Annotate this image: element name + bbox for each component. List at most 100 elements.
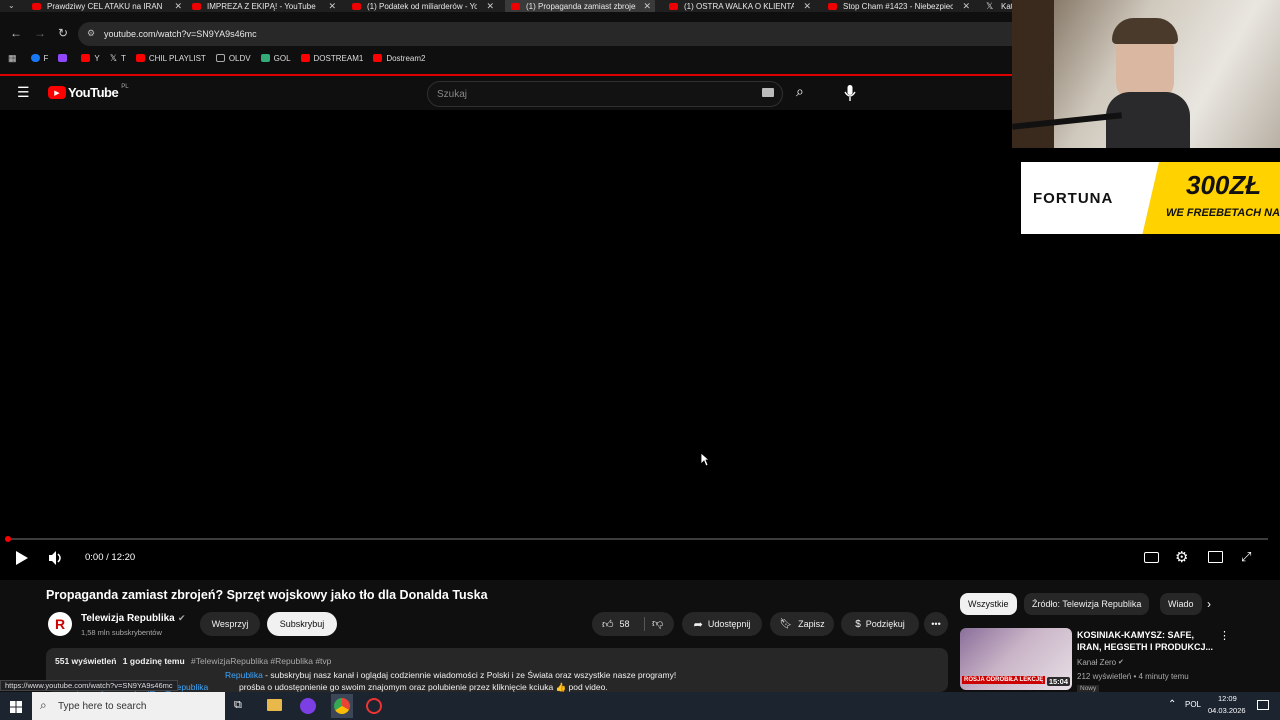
youtube-favicon-icon (669, 2, 678, 10)
save-button[interactable]: 🔖︎ Zapisz (770, 612, 834, 636)
bookmark[interactable]: CHIL PLAYLIST (135, 54, 206, 63)
theater-mode-icon[interactable] (1208, 551, 1223, 563)
language-indicator[interactable]: POL (1185, 700, 1201, 709)
browser-tab[interactable]: Stop Cham #1423 - Niebezpiec ✕ (828, 0, 970, 12)
close-tab-icon[interactable]: ✕ (486, 1, 494, 12)
reload-icon[interactable]: ↻ (58, 26, 68, 40)
description-box[interactable]: 551 wyświetleń 1 godzinę temu #Telewizja… (46, 648, 948, 692)
file-explorer-icon[interactable] (267, 699, 282, 711)
subscribe-button[interactable]: Subskrybuj (267, 612, 337, 636)
forward-icon[interactable]: → (34, 26, 46, 40)
youtube-icon (373, 54, 383, 62)
search-input[interactable]: Szukaj (427, 81, 783, 107)
bookmark[interactable]: 𝕏T (110, 53, 126, 64)
x-icon: 𝕏 (109, 52, 118, 63)
browser-tab[interactable]: (1) Podatek od miliarderów - Yo ✕ (352, 0, 494, 12)
bookmark[interactable]: Y (81, 54, 100, 63)
close-tab-icon[interactable]: ✕ (962, 1, 970, 12)
play-icon[interactable] (15, 550, 29, 571)
share-icon: ➦ (693, 618, 703, 631)
chip-all[interactable]: Wszystkie (960, 593, 1017, 615)
thanks-button[interactable]: $ Podziękuj (841, 612, 919, 636)
channel-name[interactable]: Telewizja Republika (81, 613, 175, 624)
chrome-icon[interactable] (334, 698, 350, 714)
close-tab-icon[interactable]: ✕ (803, 1, 811, 12)
bookmark[interactable]: Dostream2 (373, 54, 425, 63)
windows-start-icon[interactable] (10, 700, 22, 718)
progress-bar[interactable] (8, 538, 1268, 540)
obs-icon[interactable] (366, 698, 382, 714)
fortuna-ad-banner: FORTUNA 300ZŁ WE FREEBETACH NA START (1021, 162, 1280, 234)
republika-logo-icon: R (54, 616, 66, 632)
recommended-thumbnail[interactable]: ROSJA ODROBIŁA LEKCJĘ 15:04 (960, 628, 1072, 690)
youtube-favicon-icon (511, 2, 520, 10)
share-button[interactable]: ➦ Udostępnij (682, 612, 762, 636)
channel-avatar[interactable]: R (48, 612, 72, 636)
fortuna-logo-panel: FORTUNA (1021, 162, 1159, 234)
chevron-right-icon[interactable]: › (1207, 597, 1211, 611)
clock-time[interactable]: 12:09 (1218, 694, 1237, 703)
youtube-icon (300, 54, 310, 62)
new-badge: Nowy (1077, 685, 1100, 692)
more-horizontal-icon: ••• (931, 619, 941, 629)
notifications-icon[interactable] (1257, 700, 1269, 710)
fullscreen-icon[interactable]: ⤢ (1241, 549, 1251, 565)
youtube-logo[interactable]: ▶ YouTube PL (48, 84, 129, 100)
close-tab-icon[interactable]: ✕ (643, 1, 651, 12)
browser-tab[interactable]: IMPREZA Z EKIPĄ! - YouTube ✕ (192, 0, 336, 12)
close-tab-icon[interactable]: ✕ (174, 1, 182, 12)
more-actions-button[interactable]: ••• (924, 612, 948, 636)
link-status-bar: https://www.youtube.com/watch?v=SN9YA9s4… (0, 680, 178, 691)
browser-tab-active[interactable]: (1) Propaganda zamiast zbrojeń ✕ (505, 0, 655, 12)
youtube-favicon-icon (32, 2, 41, 10)
like-count[interactable]: 58 (620, 619, 630, 629)
video-title: Propaganda zamiast zbrojeń? Sprzęt wojsk… (46, 588, 488, 602)
subtitles-icon[interactable] (1144, 552, 1159, 563)
youtube-icon (81, 54, 91, 62)
bookmark-folder[interactable]: OLDV (215, 54, 251, 63)
chip-news[interactable]: Wiado (1160, 593, 1202, 615)
dislike-icon[interactable]: 👎︎ (652, 617, 663, 630)
microphone-icon[interactable] (844, 84, 856, 102)
bookmark[interactable]: F (30, 54, 48, 63)
keyboard-icon[interactable] (762, 88, 774, 97)
progress-scrubber[interactable] (5, 536, 11, 542)
tray-chevron-up-icon[interactable]: ⌃ (1168, 699, 1176, 710)
clock-date[interactable]: 04.03.2026 (1208, 706, 1246, 715)
volume-icon[interactable] (48, 550, 64, 571)
search-icon[interactable]: ⌕ (796, 83, 804, 100)
bookmark[interactable] (58, 54, 71, 62)
subscriber-count: 1,58 mln subskrybentów (81, 628, 162, 637)
task-view-icon[interactable]: ⧉ (234, 699, 242, 712)
browser-tab[interactable]: Prawdziwy CEL ATAKU na IRAN ✕ (32, 0, 182, 12)
app-icon[interactable] (300, 698, 316, 714)
like-icon[interactable]: 👍︎ (602, 618, 614, 631)
site-info-icon[interactable]: ⚙ (87, 28, 95, 39)
facebook-icon (30, 54, 40, 62)
menu-icon[interactable]: ☰ (17, 84, 30, 101)
like-dislike-group: 👍︎ 58 👎︎ (592, 612, 674, 636)
bookmark-icon: 🔖︎ (779, 618, 793, 630)
divider (644, 617, 645, 631)
taskbar-search-input[interactable]: ⌕ Type here to search (32, 692, 225, 720)
support-button[interactable]: Wesprzyj (200, 612, 260, 636)
verified-icon: ✔ (178, 613, 186, 623)
browser-tab[interactable]: (1) OSTRA WALKA O KLIENTA. ✕ (669, 0, 811, 12)
back-icon[interactable]: ← (10, 26, 22, 40)
recommended-title[interactable]: KOSINIAK-KAMYSZ: SAFE, IRAN, HEGSETH I P… (1077, 629, 1213, 653)
more-vertical-icon[interactable]: ⋮ (1219, 629, 1230, 642)
thumbnail-caption: ROSJA ODROBIŁA LEKCJĘ (962, 676, 1046, 684)
browser-tab[interactable]: 𝕏 Kat (986, 0, 1012, 12)
settings-gear-icon[interactable]: ⚙ (1175, 548, 1188, 566)
chip-source[interactable]: Źródło: Telewizja Republika (1024, 593, 1150, 615)
mouse-cursor-icon (700, 452, 711, 472)
bookmark[interactable]: DOSTREAM1 (300, 54, 363, 63)
close-tab-icon[interactable]: ✕ (328, 1, 336, 12)
bookmark[interactable]: GOL (260, 54, 291, 63)
player-controls: 0:00 / 12:20 ⚙ ⤢ (0, 546, 1280, 572)
url-input[interactable]: ⚙ youtube.com/watch?v=SN9YA9s46mc (78, 22, 1012, 46)
recommended-channel[interactable]: Kanał Zero (1077, 658, 1116, 667)
tab-search-icon[interactable]: ⌄ (8, 1, 15, 10)
fortuna-logo: FORTUNA (1033, 189, 1114, 207)
apps-grid-icon[interactable]: ▦ (8, 53, 17, 64)
